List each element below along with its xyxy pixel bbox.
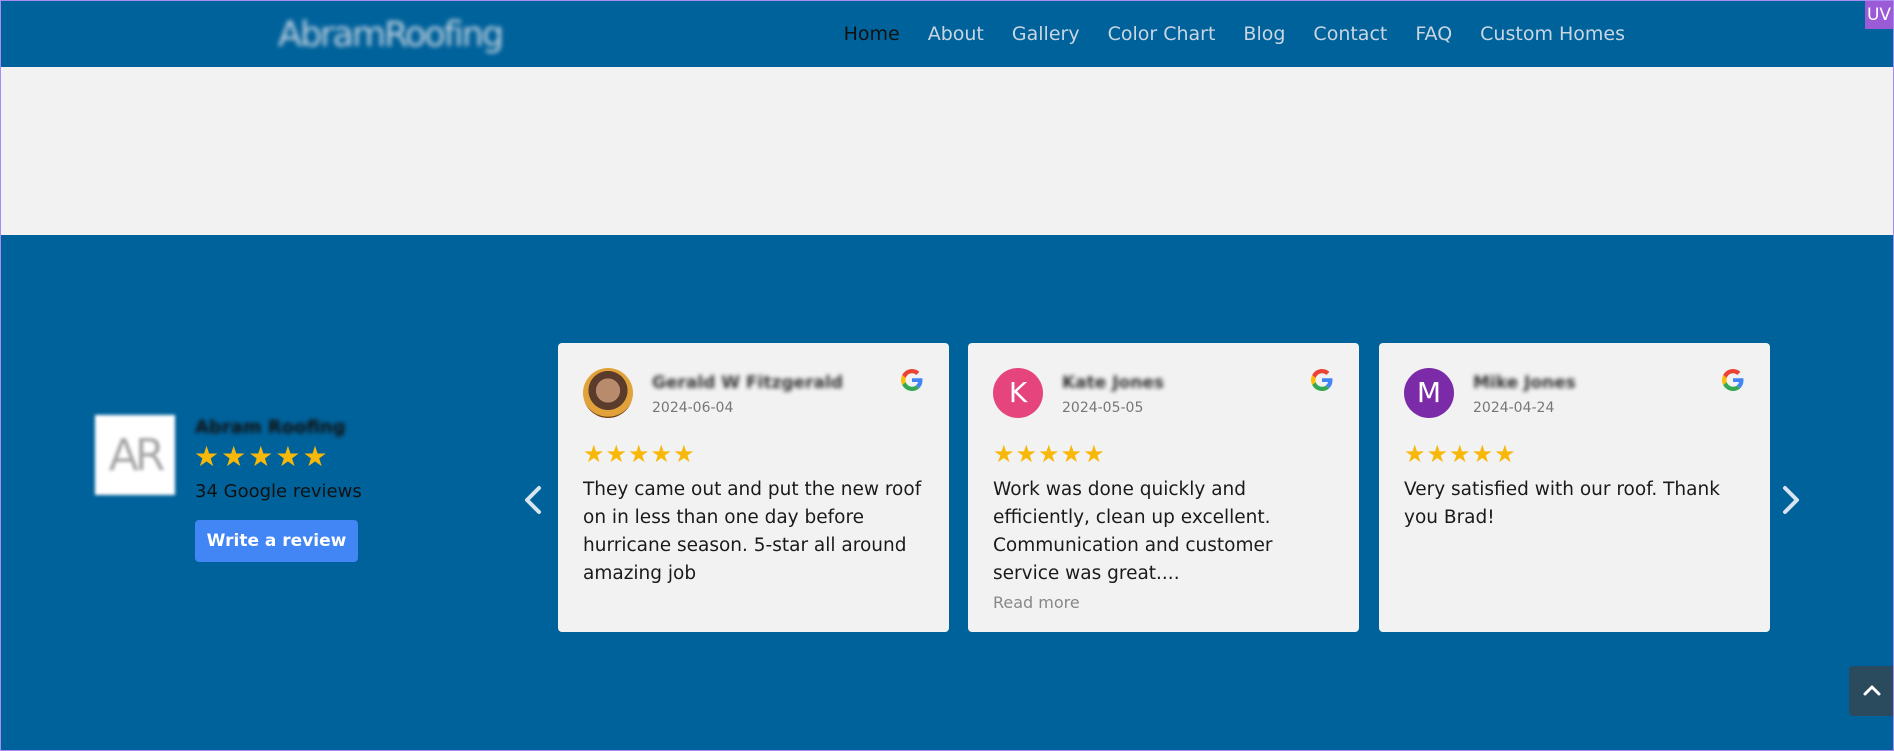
scroll-to-top-button[interactable] [1849,666,1893,716]
reviewer-name[interactable]: Mike Jones [1473,373,1576,393]
site-header: AbramRoofing Home About Gallery Color Ch… [1,1,1893,67]
review-text: Very satisfied with our roof. Thank you … [1404,479,1720,528]
star-icon: ★ [1083,440,1105,468]
carousel-next-button[interactable] [1775,475,1805,525]
nav-home[interactable]: Home [844,23,900,45]
business-logo: AR [95,415,175,495]
read-more-link[interactable]: Read more [993,593,1080,612]
business-name: Abram Roofing [195,417,346,438]
chevron-right-icon [1783,486,1799,514]
reviewer-name[interactable]: Gerald W Fitzgerald [652,373,843,393]
star-icon: ★ [248,440,274,473]
star-icon: ★ [605,440,628,468]
review-card: Gerald W Fitzgerald 2024-06-04 ★ ★ ★ ★ ★… [558,343,949,632]
review-text: They came out and put the new roof on in… [583,479,922,584]
review-rating-stars: ★ ★ ★ ★ ★ [1404,442,1516,466]
review-count: 34 Google reviews [195,481,362,502]
star-icon: ★ [673,440,695,468]
google-icon [1311,369,1333,391]
main-nav: Home About Gallery Color Chart Blog Cont… [844,1,1625,67]
nav-about[interactable]: About [928,23,984,45]
star-icon: ★ [1426,440,1449,468]
review-card: K Kate Jones 2024-05-05 ★ ★ ★ ★ ★ Work w… [968,343,1359,632]
review-text: Work was done quickly and efficiently, c… [993,479,1273,584]
nav-custom-homes[interactable]: Custom Homes [1480,23,1625,45]
star-icon: ★ [1471,440,1494,468]
review-card: M Mike Jones 2024-04-24 ★ ★ ★ ★ ★ Very s… [1379,343,1770,632]
nav-color-chart[interactable]: Color Chart [1108,23,1216,45]
star-icon: ★ [1494,440,1516,468]
star-icon: ★ [1404,440,1426,468]
nav-faq[interactable]: FAQ [1415,23,1452,45]
star-icon: ★ [221,440,247,473]
star-icon: ★ [1449,440,1471,468]
chevron-up-icon [1863,685,1881,696]
star-icon: ★ [1060,440,1083,468]
chevron-left-icon [525,486,541,514]
star-icon: ★ [650,440,673,468]
star-icon: ★ [194,440,220,473]
star-icon: ★ [1038,440,1060,468]
reviewer-name[interactable]: Kate Jones [1062,373,1164,393]
google-icon [1722,369,1744,391]
star-icon: ★ [302,440,328,473]
google-icon [901,369,923,391]
reviews-section: AR Abram Roofing ★ ★ ★ ★ ★ 34 Google rev… [1,235,1893,750]
nav-blog[interactable]: Blog [1243,23,1285,45]
site-logo[interactable]: AbramRoofing [278,15,504,55]
star-icon: ★ [628,440,650,468]
review-date: 2024-05-05 [1062,400,1144,416]
star-icon: ★ [583,440,605,468]
reviewer-avatar: K [993,368,1043,418]
review-rating-stars: ★ ★ ★ ★ ★ [583,442,695,466]
uv-badge[interactable]: UV [1865,1,1893,29]
page: AbramRoofing Home About Gallery Color Ch… [0,0,1894,751]
nav-contact[interactable]: Contact [1313,23,1387,45]
star-icon: ★ [275,440,301,473]
summary-rating-stars: ★ ★ ★ ★ ★ [194,443,328,471]
review-date: 2024-06-04 [652,400,734,416]
write-review-button[interactable]: Write a review [195,520,358,562]
reviewer-avatar: M [1404,368,1454,418]
reviewer-avatar [583,368,633,418]
carousel-prev-button[interactable] [519,475,549,525]
review-date: 2024-04-24 [1473,400,1555,416]
review-rating-stars: ★ ★ ★ ★ ★ [993,442,1105,466]
star-icon: ★ [1015,440,1038,468]
nav-gallery[interactable]: Gallery [1012,23,1080,45]
star-icon: ★ [993,440,1015,468]
